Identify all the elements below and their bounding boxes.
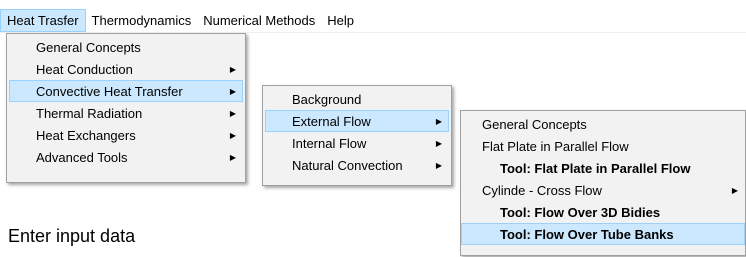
menu-item-label: Tool: Flat Plate in Parallel Flow	[500, 161, 691, 176]
submenu-arrow-icon: ▶	[435, 117, 442, 126]
menu-item-label: General Concepts	[482, 117, 587, 132]
submenu-arrow-icon: ▶	[229, 131, 236, 140]
submenu-arrow-icon: ▶	[229, 87, 236, 96]
submenu-arrow-icon: ▶	[229, 153, 236, 162]
submenu-arrow-icon: ▶	[229, 109, 236, 118]
menu-item-background[interactable]: Background	[265, 88, 449, 110]
menu-item-label: General Concepts	[36, 40, 141, 55]
menu-item-convective-heat-transfer[interactable]: Convective Heat Transfer ▶	[9, 80, 243, 102]
menu-help[interactable]: Help	[321, 9, 360, 32]
menu-item-natural-convection[interactable]: Natural Convection ▶	[265, 154, 449, 176]
external-flow-dropdown: General Concepts Flat Plate in Parallel …	[460, 110, 746, 256]
window-top-strip	[0, 0, 746, 8]
menu-item-label: External Flow	[292, 114, 371, 129]
menu-item-tool-flow-tube-banks[interactable]: Tool: Flow Over Tube Banks	[461, 223, 745, 245]
menu-item-tool-flow-3d-bodies[interactable]: Tool: Flow Over 3D Bidies	[461, 201, 745, 223]
menu-bar: Heat Trasfer Thermodynamics Numerical Me…	[0, 8, 746, 33]
menu-item-label: Heat Conduction	[36, 62, 133, 77]
submenu-arrow-icon: ▶	[731, 186, 738, 195]
menu-item-general-concepts[interactable]: General Concepts	[9, 36, 243, 58]
menu-heat-transfer[interactable]: Heat Trasfer	[0, 8, 86, 32]
enter-input-label: Enter input data	[8, 226, 136, 246]
menu-item-label: Tool: Flow Over 3D Bidies	[500, 205, 661, 220]
heat-transfer-dropdown: General Concepts Heat Conduction ▶ Conve…	[6, 33, 246, 183]
submenu-arrow-icon: ▶	[435, 139, 442, 148]
submenu-arrow-icon: ▶	[435, 161, 442, 170]
menu-item-internal-flow[interactable]: Internal Flow ▶	[265, 132, 449, 154]
menu-item-label: Cylinde - Cross Flow	[482, 183, 602, 198]
menu-item-label: Heat Exchangers	[36, 128, 136, 143]
menu-thermodynamics[interactable]: Thermodynamics	[86, 9, 198, 32]
menu-item-tool-flat-plate[interactable]: Tool: Flat Plate in Parallel Flow	[461, 157, 745, 179]
menu-item-label: Background	[292, 92, 362, 107]
menu-item-label: Advanced Tools	[36, 150, 128, 165]
menu-item-heat-exchangers[interactable]: Heat Exchangers ▶	[9, 124, 243, 146]
menu-item-label: Flat Plate in Parallel Flow	[482, 139, 629, 154]
menu-item-advanced-tools[interactable]: Advanced Tools ▶	[9, 146, 243, 168]
menu-item-heat-conduction[interactable]: Heat Conduction ▶	[9, 58, 243, 80]
menu-item-label: Internal Flow	[292, 136, 367, 151]
menu-item-external-flow[interactable]: External Flow ▶	[265, 110, 449, 132]
menu-item-general-concepts[interactable]: General Concepts	[461, 113, 745, 135]
convective-dropdown: Background External Flow ▶ Internal Flow…	[262, 85, 452, 186]
menu-item-label: Convective Heat Transfer	[36, 84, 183, 99]
menu-item-label: Natural Convection	[292, 158, 403, 173]
menu-item-thermal-radiation[interactable]: Thermal Radiation ▶	[9, 102, 243, 124]
menu-item-label: Thermal Radiation	[36, 106, 143, 121]
menu-item-label: Tool: Flow Over Tube Banks	[500, 227, 674, 242]
menu-item-cylinder-cross-flow[interactable]: Cylinde - Cross Flow ▶	[461, 179, 745, 201]
menu-numerical-methods[interactable]: Numerical Methods	[197, 9, 321, 32]
menu-item-flat-plate-parallel-flow[interactable]: Flat Plate in Parallel Flow	[461, 135, 745, 157]
submenu-arrow-icon: ▶	[229, 65, 236, 74]
